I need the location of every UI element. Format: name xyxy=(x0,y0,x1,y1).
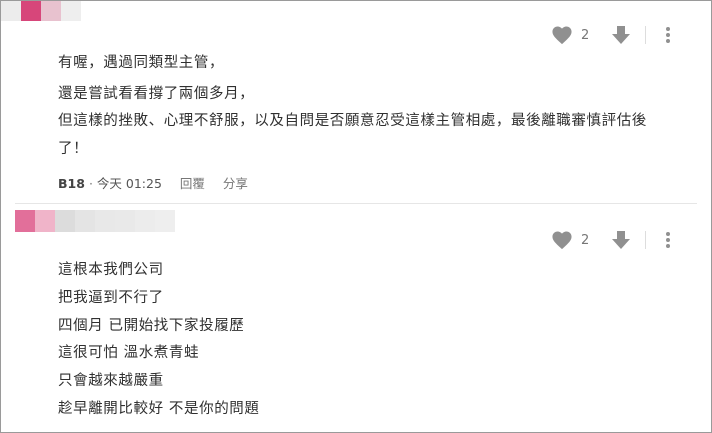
timestamp: 今天 01:25 xyxy=(96,176,162,191)
reply-button[interactable]: 回覆 xyxy=(180,173,205,192)
share-button[interactable]: 分享 xyxy=(223,173,248,192)
like-count: 2 xyxy=(581,27,590,43)
comment-text-line: 趁早離開比較好 不是你的問題 xyxy=(58,401,260,417)
avatar-mosaic xyxy=(15,210,175,232)
comment-text-line: 這很可怕 溫水煮青蛙 xyxy=(58,345,200,361)
comment-item-2: 這根本我們公司 把我逼到不行了 四個月 已開始找下家投履歷 這很可怕 溫水煮青蛙… xyxy=(1,204,711,432)
author-name: B18 xyxy=(58,176,85,191)
more-options-icon[interactable] xyxy=(660,230,676,250)
divider xyxy=(645,26,646,44)
comment-text-line: 四個月 已開始找下家投履歷 xyxy=(58,318,245,334)
more-options-icon[interactable] xyxy=(660,25,676,45)
comment-actions: 2 xyxy=(551,228,676,252)
comment-thread: 有喔，遇過同類型主管， 還是嘗試看看撐了兩個多月， 但這樣的挫敗、心理不舒服，以… xyxy=(0,0,712,433)
comment-actions: 2 xyxy=(551,23,676,47)
comment-text-line: 了！ xyxy=(58,141,89,157)
comment-meta: B18 · 今天 01:25 回覆 分享 xyxy=(58,173,248,192)
comment-item-1: 有喔，遇過同類型主管， 還是嘗試看看撐了兩個多月， 但這樣的挫敗、心理不舒服，以… xyxy=(1,1,711,203)
avatar-mosaic xyxy=(1,1,81,21)
like-count: 2 xyxy=(581,232,590,248)
arrow-down-icon[interactable] xyxy=(611,25,631,45)
comment-text-line: 把我逼到不行了 xyxy=(58,290,164,306)
heart-icon[interactable] xyxy=(551,230,573,250)
comment-text-line: 只會越來越嚴重 xyxy=(58,373,164,389)
comment-text-line: 有喔，遇過同類型主管， xyxy=(58,55,225,71)
comment-text-line: 但這樣的挫敗、心理不舒服，以及自問是否願意忍受這樣主管相處，最後離職審慎評估後 xyxy=(58,113,647,129)
comment-text-line: 還是嘗試看看撐了兩個多月， xyxy=(58,86,255,102)
comment-text-line: 這根本我們公司 xyxy=(58,262,164,278)
arrow-down-icon[interactable] xyxy=(611,230,631,250)
heart-icon[interactable] xyxy=(551,25,573,45)
meta-separator: · xyxy=(88,176,93,191)
divider xyxy=(645,231,646,249)
